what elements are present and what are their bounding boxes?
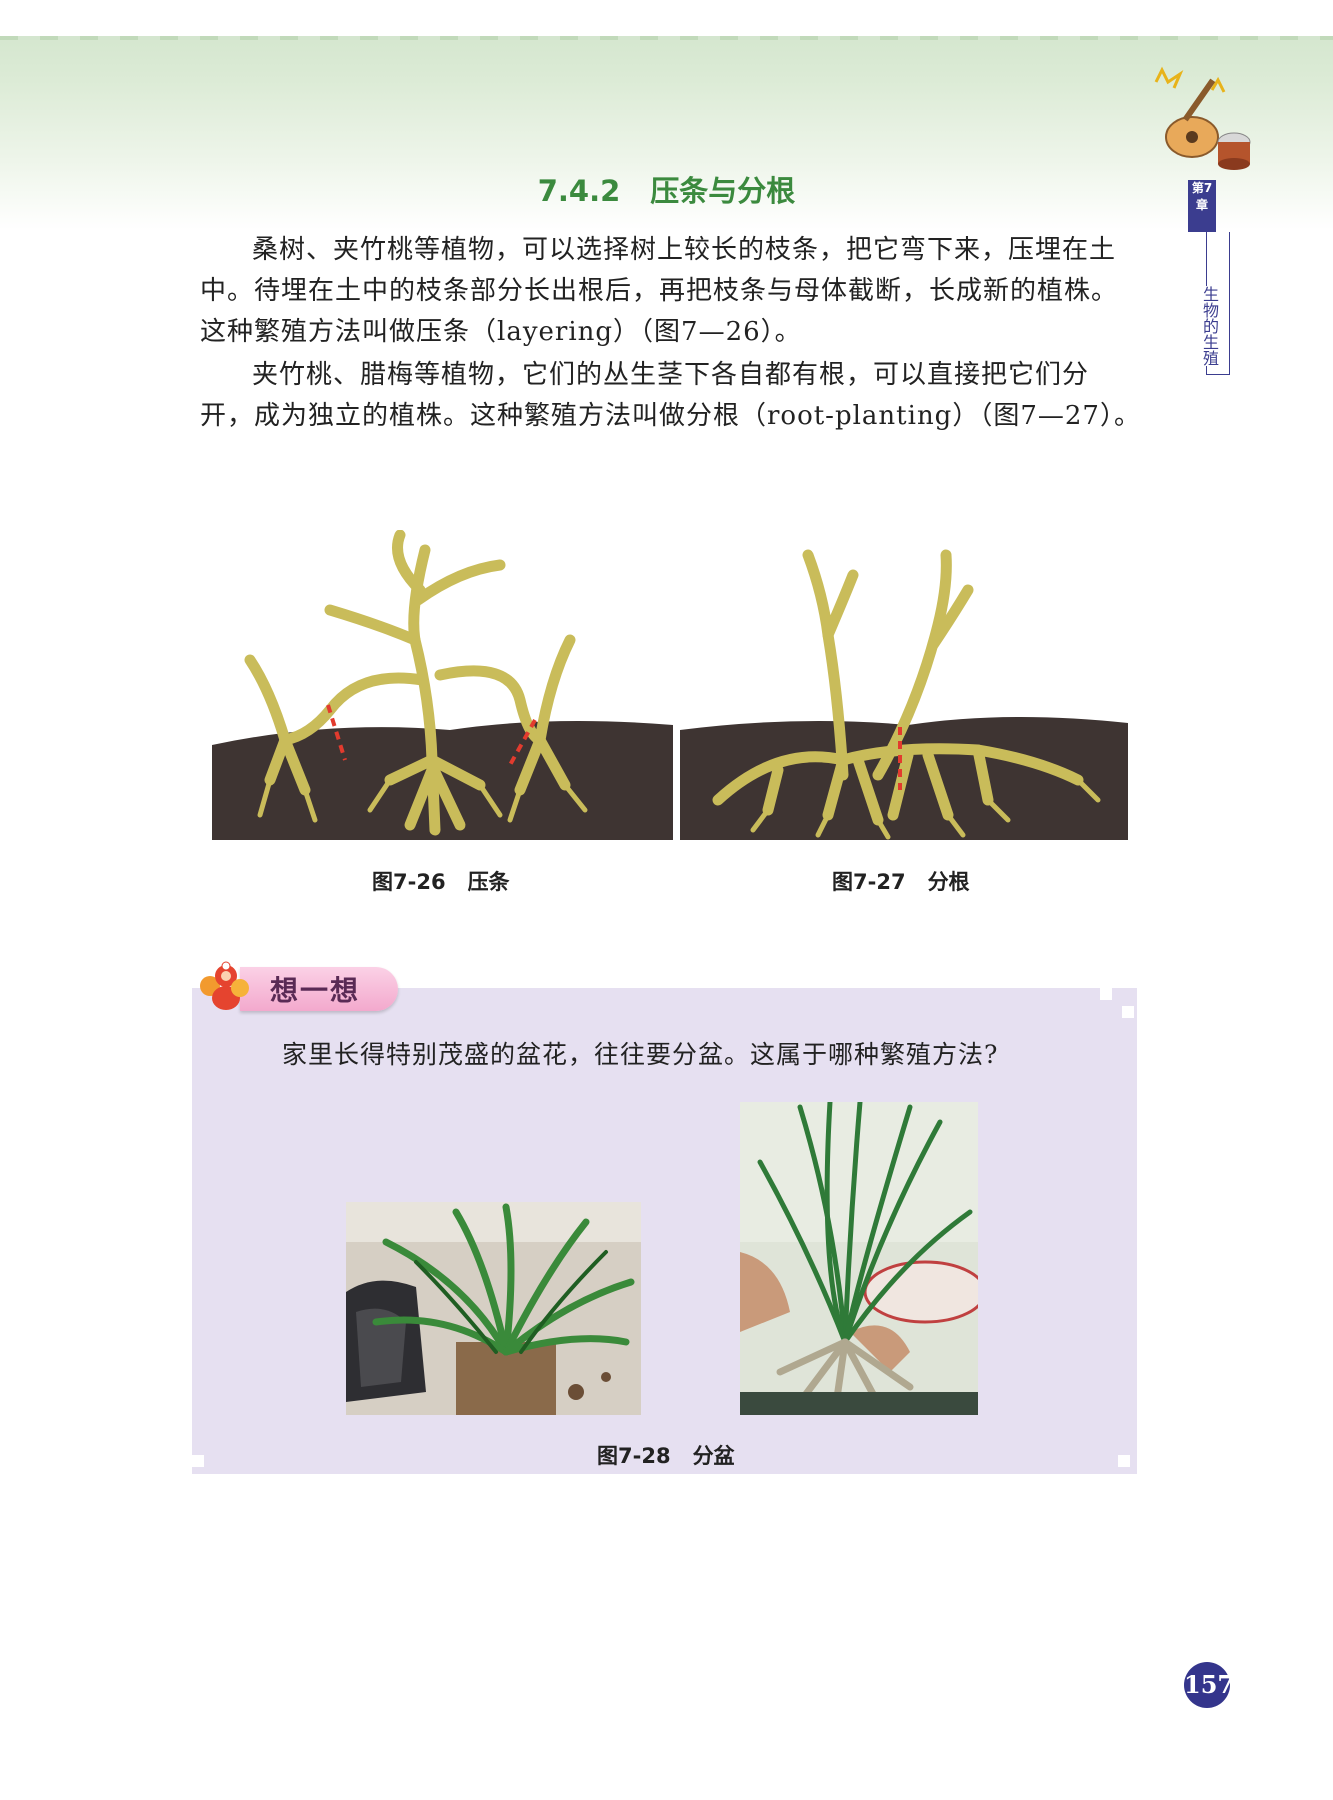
top-margin [0, 0, 1333, 36]
figure-728-caption: 图7-28 分盆 [597, 1440, 735, 1470]
repotting-photo-2 [740, 1102, 978, 1415]
section-title: 7.4.2 压条与分根 [0, 168, 1333, 210]
figure-727-title: 分根 [927, 870, 970, 894]
root-planting-illustration [680, 549, 1128, 840]
section-number: 7.4.2 [537, 174, 621, 208]
page-number-badge: 157 [1184, 1662, 1234, 1708]
think-box-corner [1122, 1006, 1134, 1018]
figure-728-label: 图7-28 [597, 1444, 671, 1468]
guitar-drum-icon [1154, 66, 1251, 170]
think-question: 家里长得特别茂盛的盆花，往往要分盆。这属于哪种繁殖方法? [282, 1040, 999, 1069]
chapter-title-vertical: 生物的生殖 [1196, 286, 1219, 366]
section-title-text: 压条与分根 [650, 174, 796, 208]
paragraph-1-text: 桑树、夹竹桃等植物，可以选择树上较长的枝条，把它弯下来，压埋在土中。待埋在土中的… [200, 235, 1119, 347]
think-box-corner [192, 1455, 204, 1467]
layering-illustration [212, 530, 673, 840]
think-box-corner [1118, 1455, 1130, 1467]
paragraph-root-planting: 夹竹桃、腊梅等植物，它们的丛生茎下各自都有根，可以直接把它们分开，成为独立的植株… [200, 355, 1142, 437]
chapter-tab: 第7章 [1188, 180, 1216, 232]
think-title: 想一想 [270, 974, 361, 1007]
paragraph-layering: 桑树、夹竹桃等植物，可以选择树上较长的枝条，把它弯下来，压埋在土中。待埋在土中的… [200, 230, 1142, 353]
figure-727-caption: 图7-27 分根 [832, 866, 970, 896]
paragraph-2-text: 夹竹桃、腊梅等植物，它们的丛生茎下各自都有根，可以直接把它们分开，成为独立的植株… [200, 360, 1141, 431]
figure-726-label: 图7-26 [372, 870, 446, 894]
repotting-photo-1 [346, 1202, 641, 1415]
figure-728-title: 分盆 [692, 1444, 735, 1468]
thinking-figures-icon [200, 961, 249, 1010]
think-box-corner [1100, 988, 1112, 1000]
figure-726-caption: 图7-26 压条 [372, 866, 510, 896]
figure-726-title: 压条 [467, 870, 510, 894]
figure-727-label: 图7-27 [832, 870, 906, 894]
